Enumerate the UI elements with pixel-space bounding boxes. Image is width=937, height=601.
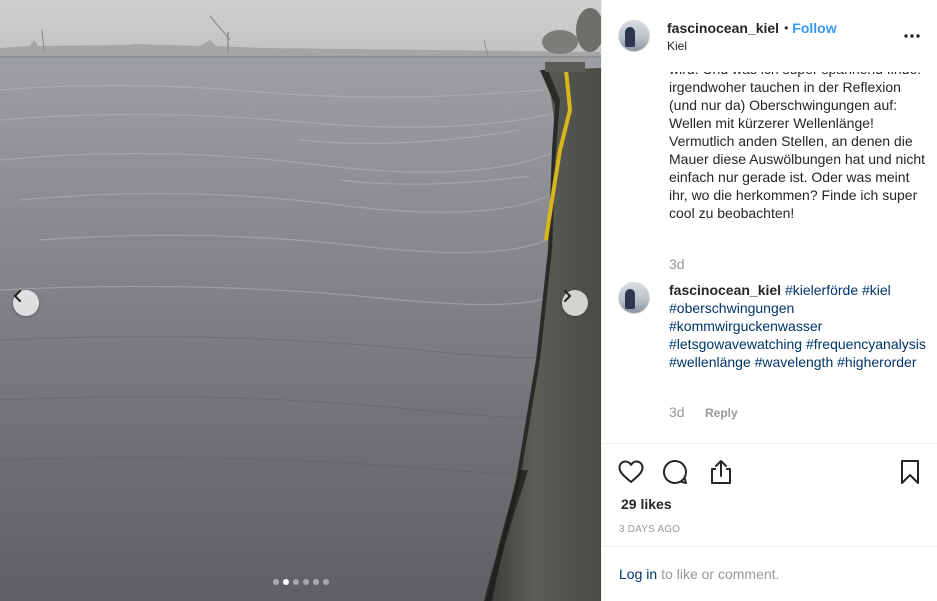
carousel-dot xyxy=(313,579,319,585)
harbor-water-photo xyxy=(0,0,601,601)
post-side-panel: fascinocean_kiel • Follow Kiel wird. Und… xyxy=(601,0,937,601)
like-button[interactable] xyxy=(617,458,645,486)
reply-button[interactable]: Reply xyxy=(705,406,738,420)
carousel-prev-button[interactable] xyxy=(13,290,39,316)
heart-icon xyxy=(618,460,644,483)
comment-item: fascinocean_kiel #kielerförde #kiel #obe… xyxy=(669,281,931,371)
save-button[interactable] xyxy=(896,458,924,486)
login-prompt: Log in to like or comment. xyxy=(602,546,937,601)
login-link[interactable]: Log in xyxy=(619,566,657,582)
carousel-dot xyxy=(303,579,309,585)
comments-list[interactable]: wird. Und was ich super spannend finde: … xyxy=(602,72,937,443)
carousel-dot xyxy=(283,579,289,585)
comment-username[interactable]: fascinocean_kiel xyxy=(669,282,781,298)
post-photo[interactable] xyxy=(0,0,601,601)
share-button[interactable] xyxy=(707,458,735,486)
more-options-icon xyxy=(904,34,920,38)
follow-button[interactable]: Follow xyxy=(792,20,836,36)
separator-dot: • xyxy=(784,21,789,35)
carousel-dot xyxy=(293,579,299,585)
caption-timestamp[interactable]: 3d xyxy=(669,256,685,272)
chevron-left-icon xyxy=(14,290,21,302)
carousel-dots xyxy=(273,579,329,585)
comment-timestamp[interactable]: 3d xyxy=(669,404,685,420)
username-link[interactable]: fascinocean_kiel xyxy=(667,20,779,36)
more-options-button[interactable] xyxy=(902,26,922,46)
comment-bubble-icon xyxy=(663,459,687,484)
post-time[interactable]: 3 DAYS AGO xyxy=(619,524,680,535)
login-suffix: to like or comment. xyxy=(661,566,780,582)
share-icon xyxy=(711,460,731,484)
carousel-dot xyxy=(273,579,279,585)
chevron-right-icon xyxy=(564,290,571,302)
post-header: fascinocean_kiel • Follow Kiel xyxy=(602,0,937,72)
comment-avatar[interactable] xyxy=(618,282,650,314)
post-actions: 29 likes 3 DAYS AGO xyxy=(602,443,937,546)
avatar[interactable] xyxy=(618,20,650,52)
location-link[interactable]: Kiel xyxy=(667,39,837,53)
bookmark-icon xyxy=(901,460,919,484)
like-count[interactable]: 29 likes xyxy=(621,496,672,512)
carousel-dot xyxy=(323,579,329,585)
instagram-post: fascinocean_kiel • Follow Kiel wird. Und… xyxy=(0,0,937,601)
carousel-next-button[interactable] xyxy=(562,290,588,316)
comment-button[interactable] xyxy=(661,458,689,486)
caption-text: wird. Und was ich super spannend finde: … xyxy=(669,72,926,221)
